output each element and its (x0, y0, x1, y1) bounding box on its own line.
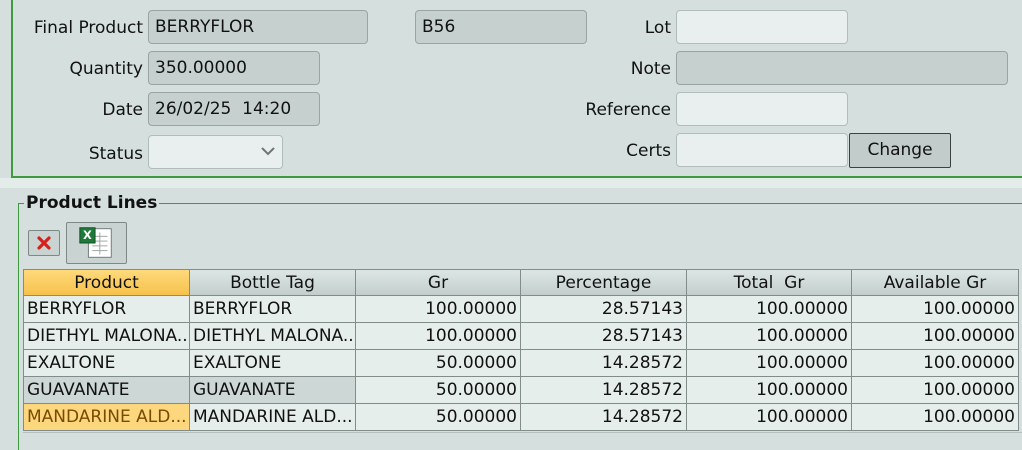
cell-total-gr[interactable]: 100.00000 (687, 296, 852, 323)
cell-available-gr[interactable]: 100.00000 (852, 323, 1019, 350)
column-header-available-gr[interactable]: Available Gr (852, 269, 1019, 296)
table-row[interactable]: EXALTONE EXALTONE 50.00000 14.28572 100.… (23, 350, 1019, 377)
cell-bottle-tag[interactable]: MANDARINE ALD... (190, 404, 356, 431)
cell-percentage[interactable]: 28.57143 (521, 296, 687, 323)
status-label: Status (88, 144, 143, 164)
note-label: Note (630, 59, 671, 79)
change-button[interactable]: Change (849, 133, 951, 168)
cell-product[interactable]: GUAVANATE (23, 377, 190, 404)
cell-total-gr[interactable]: 100.00000 (687, 350, 852, 377)
column-header-percentage[interactable]: Percentage (521, 269, 687, 296)
product-lines-table: Product Bottle Tag Gr Percentage Total G… (23, 269, 1019, 431)
column-header-gr[interactable]: Gr (356, 269, 521, 296)
final-product-field[interactable]: BERRYFLOR (148, 10, 368, 44)
status-select[interactable] (148, 135, 283, 169)
reference-field[interactable] (676, 92, 848, 126)
column-header-product[interactable]: Product (23, 269, 190, 296)
table-header: Product Bottle Tag Gr Percentage Total G… (23, 269, 1019, 296)
final-product-label: Final Product (33, 18, 143, 38)
table-bottom-border (23, 432, 1022, 433)
cell-total-gr[interactable]: 100.00000 (687, 377, 852, 404)
delete-button[interactable] (28, 230, 60, 256)
cell-gr[interactable]: 100.00000 (356, 323, 521, 350)
table-row[interactable]: MANDARINE ALD... MANDARINE ALD... 50.000… (23, 404, 1019, 431)
cell-available-gr[interactable]: 100.00000 (852, 350, 1019, 377)
svg-text:X: X (83, 228, 92, 242)
excel-export-icon: X (79, 227, 112, 258)
cell-available-gr[interactable]: 100.00000 (852, 296, 1019, 323)
cell-bottle-tag[interactable]: GUAVANATE (190, 377, 356, 404)
certs-label: Certs (626, 141, 671, 161)
cell-gr[interactable]: 100.00000 (356, 296, 521, 323)
cell-bottle-tag[interactable]: BERRYFLOR (190, 296, 356, 323)
cell-available-gr[interactable]: 100.00000 (852, 377, 1019, 404)
date-field[interactable]: 26/02/25 14:20 (148, 92, 320, 126)
cell-gr[interactable]: 50.00000 (356, 377, 521, 404)
cell-available-gr[interactable]: 100.00000 (852, 404, 1019, 431)
certs-field[interactable] (676, 133, 848, 167)
cell-percentage[interactable]: 14.28572 (521, 350, 687, 377)
quantity-field[interactable]: 350.00000 (148, 51, 320, 85)
panel-separator (0, 178, 1022, 188)
quantity-label: Quantity (69, 59, 143, 79)
cell-total-gr[interactable]: 100.00000 (687, 404, 852, 431)
date-label: Date (102, 100, 143, 120)
cell-product[interactable]: BERRYFLOR (23, 296, 190, 323)
cell-product[interactable]: DIETHYL MALONA... (23, 323, 190, 350)
lot-label: Lot (644, 18, 671, 38)
cell-product[interactable]: MANDARINE ALD... (23, 404, 190, 431)
cell-gr[interactable]: 50.00000 (356, 350, 521, 377)
cell-bottle-tag[interactable]: DIETHYL MALONA... (190, 323, 356, 350)
table-row[interactable]: GUAVANATE GUAVANATE 50.00000 14.28572 10… (23, 377, 1019, 404)
cell-percentage[interactable]: 28.57143 (521, 323, 687, 350)
table-row[interactable]: BERRYFLOR BERRYFLOR 100.00000 28.57143 1… (23, 296, 1019, 323)
cell-percentage[interactable]: 14.28572 (521, 377, 687, 404)
product-code-field[interactable]: B56 (415, 10, 587, 44)
cell-total-gr[interactable]: 100.00000 (687, 323, 852, 350)
excel-export-button[interactable]: X (66, 222, 127, 264)
column-header-total-gr[interactable]: Total Gr (687, 269, 852, 296)
lot-field[interactable] (676, 10, 848, 44)
reference-label: Reference (585, 100, 671, 120)
cell-product[interactable]: EXALTONE (23, 350, 190, 377)
delete-icon (37, 236, 51, 250)
column-header-bottle-tag[interactable]: Bottle Tag (190, 269, 356, 296)
product-lines-title: Product Lines (24, 193, 160, 213)
table-row[interactable]: DIETHYL MALONA... DIETHYL MALONA... 100.… (23, 323, 1019, 350)
cell-percentage[interactable]: 14.28572 (521, 404, 687, 431)
cell-bottle-tag[interactable]: EXALTONE (190, 350, 356, 377)
note-field[interactable] (676, 51, 1008, 85)
cell-gr[interactable]: 50.00000 (356, 404, 521, 431)
chevron-down-icon (261, 147, 275, 156)
